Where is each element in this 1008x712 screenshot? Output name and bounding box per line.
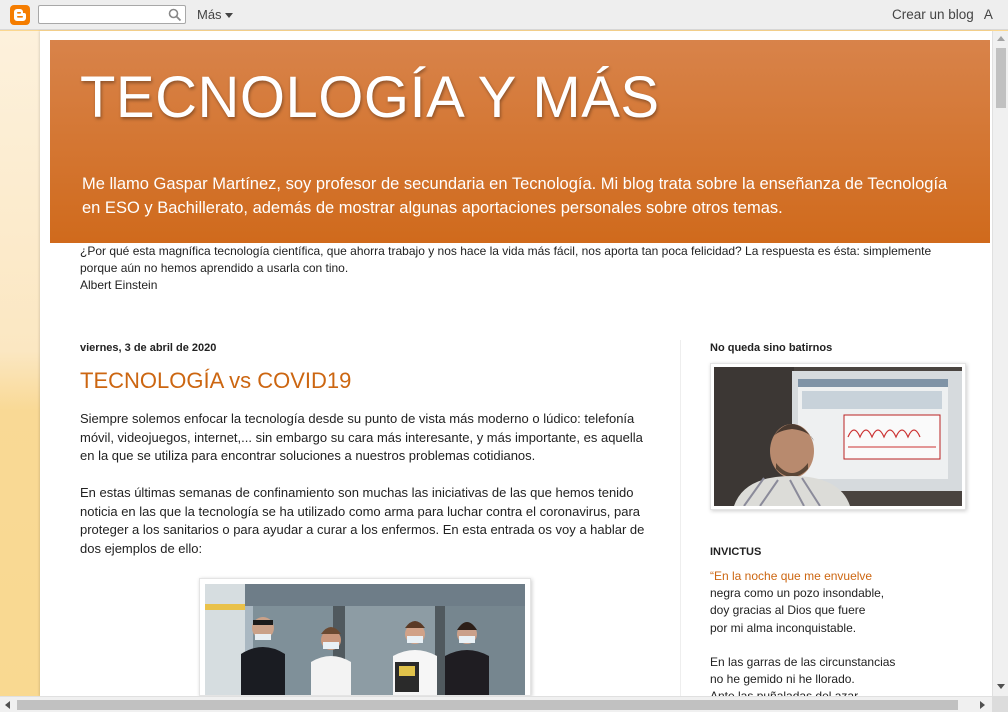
sidebar-widget-title: INVICTUS xyxy=(710,546,762,558)
blogger-logo-icon[interactable] xyxy=(10,5,30,25)
vertical-scrollbar[interactable] xyxy=(992,31,1008,696)
poem-line: En las garras de las circunstancias xyxy=(710,654,896,669)
scroll-down-arrow-icon[interactable] xyxy=(997,684,1005,689)
quote-author: Albert Einstein xyxy=(80,278,158,292)
scroll-left-arrow-icon[interactable] xyxy=(5,701,10,709)
post-paragraph: En estas últimas semanas de confinamient… xyxy=(80,485,645,556)
vertical-scroll-thumb[interactable] xyxy=(996,48,1006,108)
search-icon[interactable] xyxy=(168,8,182,22)
blog-header: TECNOLOGÍA Y MÁS Me llamo Gaspar Martíne… xyxy=(50,40,990,243)
quote-line: porque aún no hemos aprendido a usarla c… xyxy=(80,261,349,275)
author-photo xyxy=(714,367,962,506)
invictus-poem: “En la noche que me envuelve negra como … xyxy=(710,568,895,705)
scroll-right-arrow-icon[interactable] xyxy=(980,701,985,709)
chevron-down-icon xyxy=(224,12,233,18)
sign-in-link[interactable]: A xyxy=(984,7,993,22)
poem-stanza-break xyxy=(710,637,895,654)
poem-line: por mi alma inconquistable. xyxy=(710,620,857,635)
navbar-search-input[interactable] xyxy=(41,7,165,22)
post-photo-illustration xyxy=(205,584,525,695)
column-divider xyxy=(680,340,681,696)
navbar-more-menu[interactable]: Más xyxy=(197,7,233,22)
post-paragraph: Siempre solemos enfocar la tecnología de… xyxy=(80,411,643,463)
poem-line: “En la noche que me envuelve xyxy=(710,568,895,585)
blog-description: Me llamo Gaspar Martínez, soy profesor d… xyxy=(82,175,948,217)
post-title[interactable]: TECNOLOGÍA vs COVID19 xyxy=(80,368,351,394)
poem-line: negra como un pozo insondable, xyxy=(710,586,885,601)
navbar-search-box xyxy=(38,5,186,24)
navbar-right-links: Crear un blog A xyxy=(892,7,1003,22)
sidebar-widget-title: No queda sino batirnos xyxy=(710,342,833,354)
scrollbar-corner xyxy=(992,696,1008,712)
author-photo-illustration xyxy=(714,367,962,506)
navbar-more-label: Más xyxy=(197,7,222,22)
scroll-up-arrow-icon[interactable] xyxy=(997,36,1005,41)
page-background xyxy=(0,31,40,696)
post-image[interactable] xyxy=(199,578,531,696)
post-photo xyxy=(205,584,525,695)
blog-title[interactable]: TECNOLOGÍA Y MÁS xyxy=(80,64,660,131)
post-date: viernes, 3 de abril de 2020 xyxy=(80,342,217,354)
horizontal-scroll-thumb[interactable] xyxy=(17,700,958,710)
horizontal-scrollbar[interactable] xyxy=(0,696,992,712)
header-quote: ¿Por qué esta magnífica tecnología cient… xyxy=(80,243,980,294)
poem-line: “En la noche que me envuelve xyxy=(710,569,873,583)
poem-line: doy gracias al Dios que fuere xyxy=(710,603,866,618)
poem-line: no he gemido ni he llorado. xyxy=(710,672,855,687)
sidebar-image[interactable] xyxy=(710,363,966,510)
post-body: Siempre solemos enfocar la tecnología de… xyxy=(80,410,652,577)
quote-line: ¿Por qué esta magnífica tecnología cient… xyxy=(80,244,932,258)
create-blog-link[interactable]: Crear un blog xyxy=(892,7,974,22)
blogger-navbar: Más Crear un blog A xyxy=(0,0,1008,30)
